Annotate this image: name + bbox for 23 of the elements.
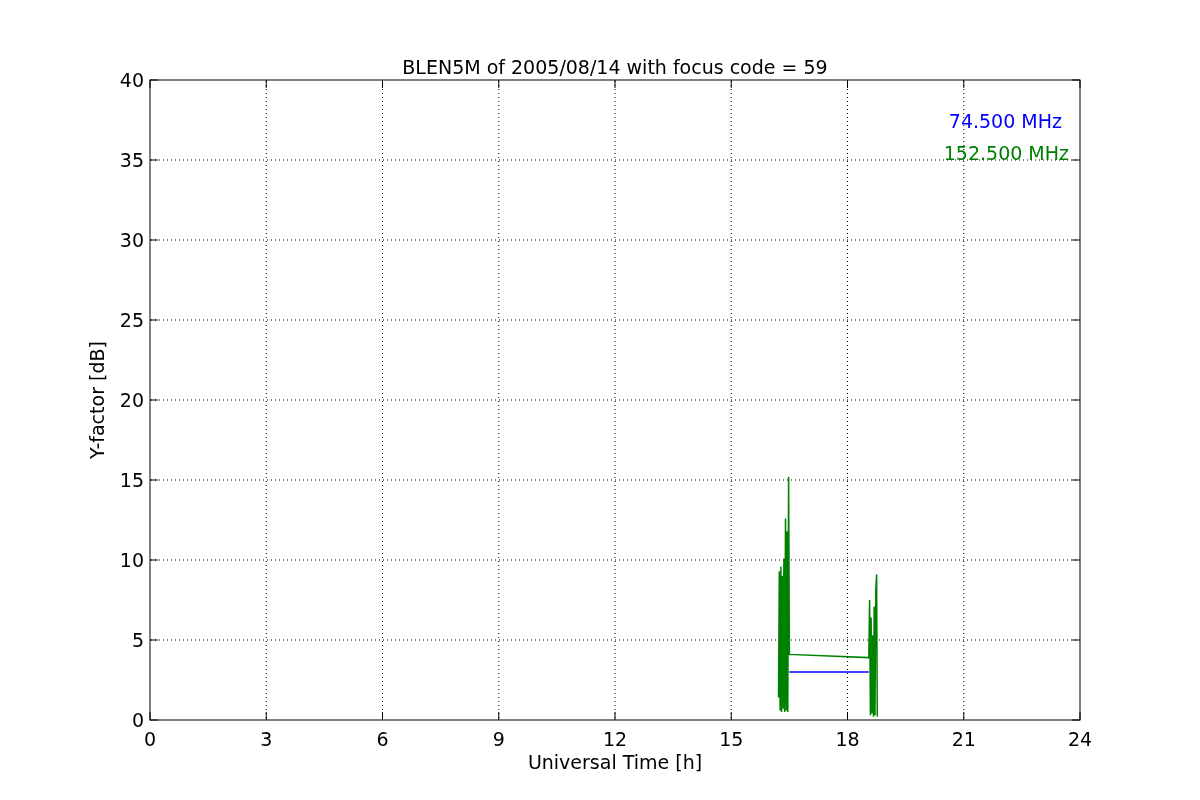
y-tick-label: 20 [119, 389, 144, 411]
x-tick-label: 6 [376, 728, 389, 750]
y-tick-label: 15 [119, 469, 144, 491]
legend-label: 74.500 MHz [948, 110, 1062, 132]
x-tick-label: 18 [835, 728, 860, 750]
y-axis-title: Y-factor [dB] [86, 341, 108, 459]
chart-title: BLEN5M of 2005/08/14 with focus code = 59 [402, 56, 828, 78]
y-tick-label: 5 [131, 629, 144, 651]
y-tick-label: 0 [131, 709, 144, 731]
y-tick-label: 25 [119, 309, 144, 331]
x-tick-label: 12 [602, 728, 628, 750]
x-tick-label: 24 [1067, 728, 1093, 750]
y-tick-label: 10 [119, 549, 144, 571]
y-tick-label: 35 [119, 149, 144, 171]
x-tick-label: 0 [143, 728, 157, 750]
x-tick-label: 9 [492, 728, 505, 750]
x-tick-label: 21 [951, 728, 976, 750]
x-tick-label: 3 [260, 728, 273, 750]
legend-label: 152.500 MHz [943, 142, 1069, 164]
x-tick-label: 15 [719, 728, 744, 750]
x-axis-title: Universal Time [h] [527, 751, 703, 773]
y-tick-label: 40 [119, 69, 144, 91]
y-tick-label: 30 [119, 229, 144, 251]
